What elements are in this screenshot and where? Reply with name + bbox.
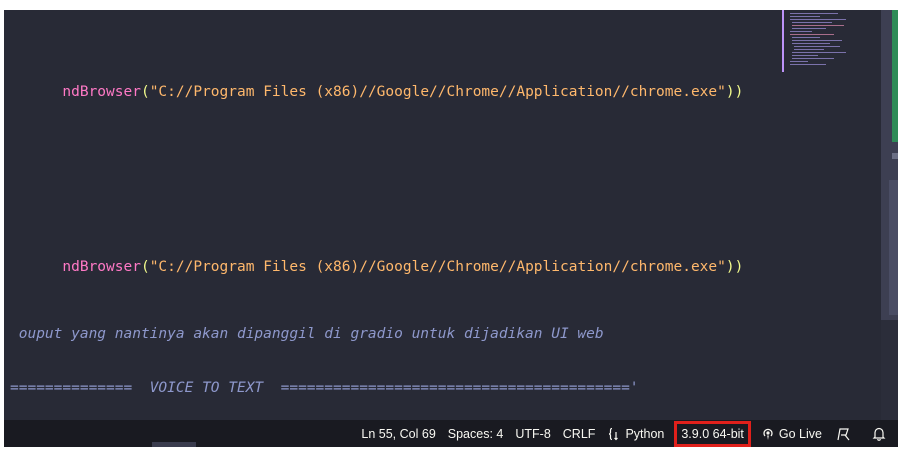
python-interpreter-selector[interactable]: 3.9.0 64-bit xyxy=(674,420,751,447)
code-comment-output[interactable]: ouput yang nantinya akan dipanggil di gr… xyxy=(10,324,604,344)
braces-icon xyxy=(607,427,621,441)
minimap-slider[interactable] xyxy=(782,10,784,72)
function-name: ndBrowser xyxy=(62,259,141,275)
interpreter-label: 3.9.0 64-bit xyxy=(681,426,744,441)
bell-icon xyxy=(872,426,886,441)
minimap[interactable] xyxy=(782,10,862,74)
overview-ruler-added xyxy=(892,10,898,142)
encoding-label: UTF-8 xyxy=(515,426,551,441)
status-bar: Ln 55, Col 69 Spaces: 4 UTF-8 CRLF Pytho… xyxy=(4,420,898,447)
line-ending-label: CRLF xyxy=(562,426,596,441)
open-paren: ( xyxy=(140,84,150,100)
string-literal: "C://Program Files (x86)//Google//Chrome… xyxy=(149,259,726,275)
code-comment-voice-to-text[interactable]: ============== VOICE TO TEXT ===========… xyxy=(10,378,639,398)
code-editor[interactable]: ndBrowser("C://Program Files (x86)//Goog… xyxy=(4,10,898,420)
feedback-icon xyxy=(836,426,852,442)
close-paren: )) xyxy=(725,84,744,100)
go-live-button[interactable]: Go Live xyxy=(755,423,828,445)
broadcast-icon xyxy=(761,427,775,441)
encoding-setting[interactable]: UTF-8 xyxy=(509,423,556,445)
feedback-button[interactable] xyxy=(828,423,864,445)
line-ending-setting[interactable]: CRLF xyxy=(557,423,602,445)
close-paren: )) xyxy=(725,259,744,275)
string-literal: "C://Program Files (x86)//Google//Chrome… xyxy=(149,84,726,100)
overview-ruler-marker xyxy=(889,180,898,315)
horizontal-scrollbar-thumb[interactable] xyxy=(152,442,196,447)
vscode-window: ndBrowser("C://Program Files (x86)//Goog… xyxy=(4,10,898,447)
go-live-label: Go Live xyxy=(778,426,822,441)
open-paren: ( xyxy=(140,259,150,275)
function-name: ndBrowser xyxy=(62,84,141,100)
notifications-button[interactable] xyxy=(864,423,898,445)
cursor-position-label: Ln 55, Col 69 xyxy=(361,426,436,441)
overview-ruler-marker-small xyxy=(892,153,898,159)
language-label: Python xyxy=(625,426,665,441)
indentation-setting[interactable]: Spaces: 4 xyxy=(442,423,510,445)
cursor-position[interactable]: Ln 55, Col 69 xyxy=(355,423,441,445)
code-line-open-browser-1[interactable]: ndBrowser("C://Program Files (x86)//Goog… xyxy=(10,62,743,122)
language-mode[interactable]: Python xyxy=(601,423,670,445)
indentation-label: Spaces: 4 xyxy=(447,426,504,441)
code-line-open-browser-2[interactable]: ndBrowser("C://Program Files (x86)//Goog… xyxy=(10,237,743,297)
